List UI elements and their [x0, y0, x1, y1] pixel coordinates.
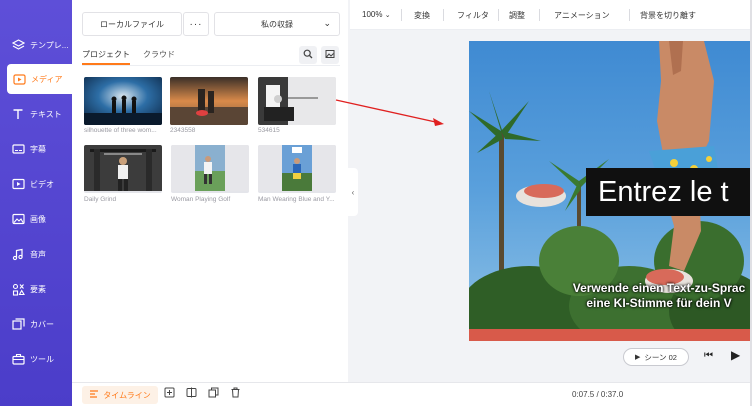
play-icon: ▶: [635, 354, 641, 361]
nav-item-label: 字幕: [30, 144, 46, 154]
search-button[interactable]: [299, 46, 317, 64]
media-thumb[interactable]: [170, 77, 248, 125]
nav-item-video[interactable]: ビデオ: [0, 169, 72, 199]
nav-item-images[interactable]: 画像: [0, 204, 72, 234]
media-caption: Daily Grind: [84, 196, 117, 203]
canvas-subtitle-text[interactable]: Verwende einen Text-zu-Sprac eine KI-Sti…: [549, 281, 752, 311]
nav-item-label: ツール: [30, 354, 54, 364]
zoom-value: 100%: [362, 10, 383, 19]
toolbar-adjust[interactable]: 調整: [509, 10, 525, 21]
editor-toolbar: 100% ⌄ 変換 フィルタ 調整 アニメーション 背景を切り離す: [350, 0, 752, 30]
nav-item-cover[interactable]: カバー: [0, 309, 72, 339]
nav-item-tools[interactable]: ツール: [0, 344, 72, 374]
tab-project[interactable]: プロジェクト: [82, 49, 130, 60]
split-button[interactable]: [184, 387, 198, 401]
chevron-down-icon: ⌄: [384, 12, 391, 19]
subtitle-line-2: eine KI-Stimme für dein V: [586, 296, 732, 310]
copy-icon: [208, 387, 219, 401]
media-caption: Man Wearing Blue and Y...: [258, 196, 335, 203]
tools-icon: [11, 352, 25, 366]
elements-icon: [11, 282, 25, 296]
media-caption: Woman Playing Golf: [171, 196, 231, 203]
play-button[interactable]: ▶: [731, 348, 740, 362]
tab-cloud[interactable]: クラウド: [143, 49, 175, 60]
media-caption: 534615: [258, 127, 280, 134]
media-thumb[interactable]: [84, 145, 162, 193]
scene-label: シーン 02: [644, 352, 677, 362]
collection-dropdown[interactable]: 私の収録 ⌄: [214, 12, 340, 36]
local-file-button[interactable]: ローカルファイル: [82, 12, 182, 36]
nav-item-label: 要素: [30, 284, 46, 294]
timeline-button[interactable]: タイムライン: [82, 386, 158, 404]
cover-icon: [11, 317, 25, 331]
tab-divider: [82, 65, 340, 66]
subtitle-icon: [11, 142, 25, 156]
nav-item-label: メディア: [31, 74, 63, 84]
toolbar-remove-background[interactable]: 背景を切り離す: [640, 10, 696, 21]
play-icon: ▶: [731, 348, 741, 362]
nav-item-elements[interactable]: 要素: [0, 274, 72, 304]
nav-item-label: 音声: [30, 249, 46, 259]
trash-icon: [230, 387, 241, 401]
nav-item-audio[interactable]: 音声: [0, 239, 72, 269]
toolbar-divider: [629, 9, 630, 21]
media-thumb[interactable]: [171, 145, 249, 193]
image-icon: [11, 212, 25, 226]
scene-play-button[interactable]: ▶ シーン 02: [623, 348, 689, 366]
timeline-icon: [89, 389, 99, 401]
subtitle-line-1: Verwende einen Text-zu-Sprac: [572, 281, 746, 295]
chevron-left-icon: ‹: [351, 187, 355, 197]
toolbar-filter[interactable]: フィルタ: [457, 10, 489, 21]
panel-collapse-handle[interactable]: ‹: [348, 168, 358, 216]
duplicate-button[interactable]: [206, 387, 220, 401]
nav-item-media[interactable]: メディア: [7, 64, 72, 94]
timeline-label: タイムライン: [103, 390, 151, 400]
split-icon: [186, 387, 197, 401]
nav-item-templates[interactable]: テンプレ...: [0, 30, 72, 60]
toolbar-divider: [401, 9, 402, 21]
video-icon: [11, 177, 25, 191]
media-thumb[interactable]: [84, 77, 162, 125]
image-icon: [325, 49, 335, 61]
nav-item-subtitles[interactable]: 字幕: [0, 134, 72, 164]
template-icon: [11, 38, 25, 52]
nav-item-label: テンプレ...: [30, 40, 69, 50]
audio-icon: [11, 247, 25, 261]
media-caption: silhouette of three wom...: [84, 127, 157, 134]
more-options-button[interactable]: ···: [183, 12, 209, 36]
search-icon: [303, 49, 313, 61]
annotation-arrow: [335, 99, 444, 126]
text-icon: [11, 107, 25, 121]
skip-previous-icon: ⏮: [704, 350, 713, 361]
active-tab-indicator: [82, 63, 130, 65]
image-search-button[interactable]: [321, 46, 339, 64]
media-icon: [12, 72, 26, 86]
delete-button[interactable]: [228, 387, 242, 401]
media-thumb[interactable]: [258, 145, 336, 193]
nav-item-label: テキスト: [30, 109, 62, 119]
canvas-title-text[interactable]: Entrez le t: [586, 168, 752, 216]
toolbar-divider: [539, 9, 540, 21]
media-thumb[interactable]: [258, 77, 336, 125]
add-scene-button[interactable]: [162, 387, 176, 401]
media-caption: 2343558: [170, 127, 196, 134]
toolbar-divider: [498, 9, 499, 21]
nav-item-label: カバー: [30, 319, 54, 329]
canvas-preview[interactable]: Entrez le t Verwende einen Text-zu-Sprac…: [469, 41, 752, 341]
media-panel: ローカルファイル ··· 私の収録 ⌄ プロジェクト クラウド silhouet…: [72, 0, 348, 382]
toolbar-transform[interactable]: 変換: [414, 10, 430, 21]
add-icon: [164, 387, 175, 401]
nav-item-text[interactable]: テキスト: [0, 99, 72, 129]
toolbar-divider: [443, 9, 444, 21]
chevron-down-icon: ⌄: [323, 18, 331, 28]
left-nav: テンプレ... メディア テキスト 字幕 ビデオ 画像 音声 要素 カバー ツー…: [0, 0, 72, 406]
playback-time: 0:07.5 / 0:37.0: [572, 390, 624, 399]
nav-item-label: 画像: [30, 214, 46, 224]
nav-item-label: ビデオ: [30, 179, 54, 189]
toolbar-animation[interactable]: アニメーション: [554, 10, 610, 21]
skip-previous-button[interactable]: ⏮: [704, 350, 713, 361]
zoom-dropdown[interactable]: 100% ⌄: [362, 10, 391, 19]
timeline-bar: タイムライン 0:07.5 / 0:37.0: [72, 382, 752, 406]
collection-label: 私の収録: [261, 19, 293, 29]
